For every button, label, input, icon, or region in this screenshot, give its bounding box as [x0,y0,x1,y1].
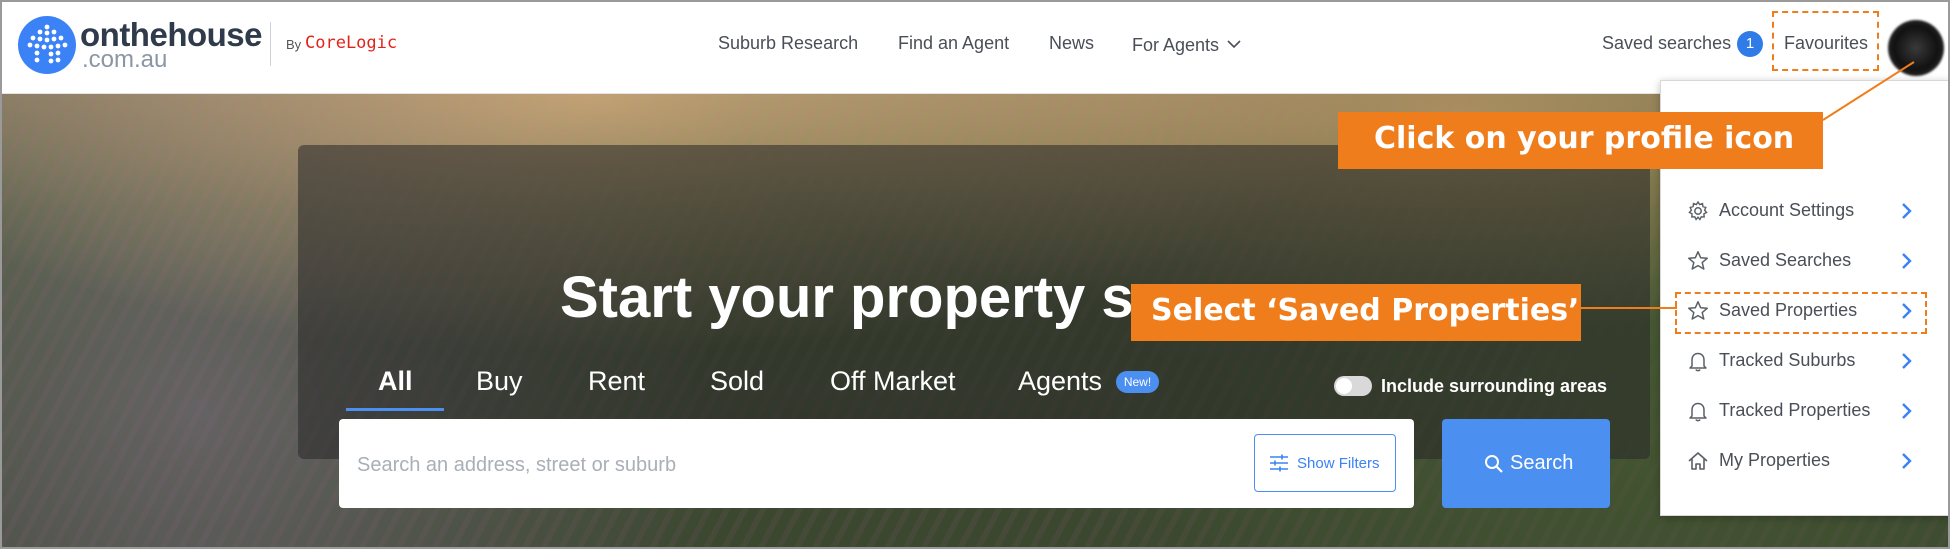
callout-saved-properties: Select ‘Saved Properties’ [1131,284,1581,341]
callout-connector-lines [1581,61,1915,309]
screenshot-frame: onthehouse .com.au By CoreLogic Suburb R… [0,0,1950,549]
callout-profile-icon: Click on your profile icon [1338,112,1823,169]
